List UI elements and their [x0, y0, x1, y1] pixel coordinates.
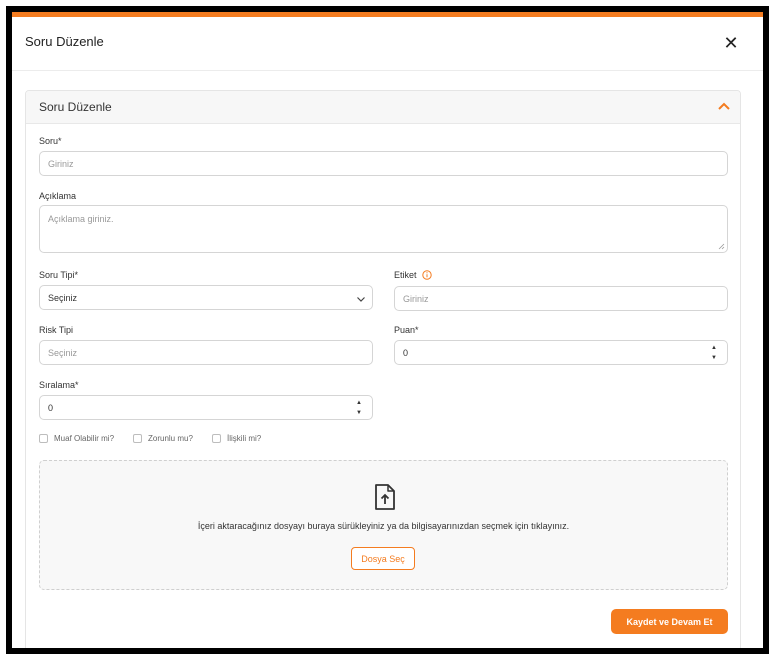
tag-label: Etiket — [394, 270, 417, 280]
description-placeholder: Açıklama giriniz. — [48, 214, 114, 224]
file-dropzone[interactable]: İçeri aktaracağınız dosyayı buraya sürük… — [39, 460, 728, 590]
question-input[interactable]: Giriniz — [39, 151, 728, 176]
required-checkbox[interactable] — [133, 434, 142, 443]
resize-grip-icon[interactable] — [718, 243, 725, 250]
window-frame: Soru Düzenle ✕ Soru Düzenle Soru* Girini… — [6, 6, 769, 654]
question-section-card: Soru Düzenle Soru* Giriniz Açıklama Açık… — [25, 90, 741, 648]
save-and-continue-button[interactable]: Kaydet ve Devam Et — [611, 609, 728, 634]
required-checkbox-label: Zorunlu mu? — [148, 434, 193, 443]
exempt-checkbox-option[interactable]: Muaf Olabilir mi? — [39, 434, 114, 443]
question-label: Soru* — [39, 136, 62, 146]
risk-type-label: Risk Tipi — [39, 325, 74, 335]
score-label: Puan* — [394, 325, 419, 335]
score-number-input[interactable]: 0 ▲ ▼ — [394, 340, 728, 365]
question-type-label: Soru Tipi* — [39, 270, 79, 280]
exempt-checkbox-label: Muaf Olabilir mi? — [54, 434, 115, 443]
close-icon[interactable]: ✕ — [719, 31, 743, 55]
risk-type-select[interactable]: Seçiniz — [39, 340, 373, 365]
related-checkbox-label: İlişkili mi? — [227, 434, 262, 443]
related-checkbox-option[interactable]: İlişkili mi? — [212, 434, 261, 443]
choose-file-button[interactable]: Dosya Seç — [351, 547, 415, 570]
question-type-value: Seçiniz — [48, 292, 78, 303]
score-value: 0 — [403, 347, 409, 358]
score-stepper[interactable]: ▲ ▼ — [707, 344, 721, 362]
dropzone-instructions: İçeri aktaracağınız dosyayı buraya sürük… — [197, 521, 570, 531]
description-label: Açıklama — [39, 191, 77, 201]
modal-title: Soru Düzenle — [25, 34, 104, 49]
modal-header: Soru Düzenle ✕ — [12, 17, 763, 71]
file-upload-icon — [375, 484, 395, 510]
related-checkbox[interactable] — [212, 434, 221, 443]
order-number-input[interactable]: 0 ▲ ▼ — [39, 395, 373, 420]
tag-input[interactable]: Giriniz — [394, 286, 728, 311]
exempt-checkbox[interactable] — [39, 434, 48, 443]
edit-question-modal: Soru Düzenle ✕ Soru Düzenle Soru* Girini… — [12, 12, 763, 648]
order-stepper[interactable]: ▲ ▼ — [352, 399, 366, 417]
description-textarea[interactable]: Açıklama giriniz. — [39, 205, 728, 253]
order-label: Sıralama* — [39, 380, 79, 390]
info-icon[interactable] — [422, 270, 432, 280]
chevron-up-icon[interactable] — [716, 99, 732, 115]
section-header[interactable]: Soru Düzenle — [26, 91, 740, 124]
stepper-down-icon[interactable]: ▼ — [711, 354, 717, 362]
stepper-up-icon[interactable]: ▲ — [711, 344, 717, 352]
question-type-select[interactable]: Seçiniz — [39, 285, 373, 310]
order-value: 0 — [48, 402, 54, 413]
chevron-down-icon — [357, 297, 365, 302]
stepper-up-icon[interactable]: ▲ — [356, 399, 362, 407]
required-checkbox-option[interactable]: Zorunlu mu? — [133, 434, 193, 443]
stepper-down-icon[interactable]: ▼ — [356, 409, 362, 417]
section-title: Soru Düzenle — [39, 100, 112, 114]
